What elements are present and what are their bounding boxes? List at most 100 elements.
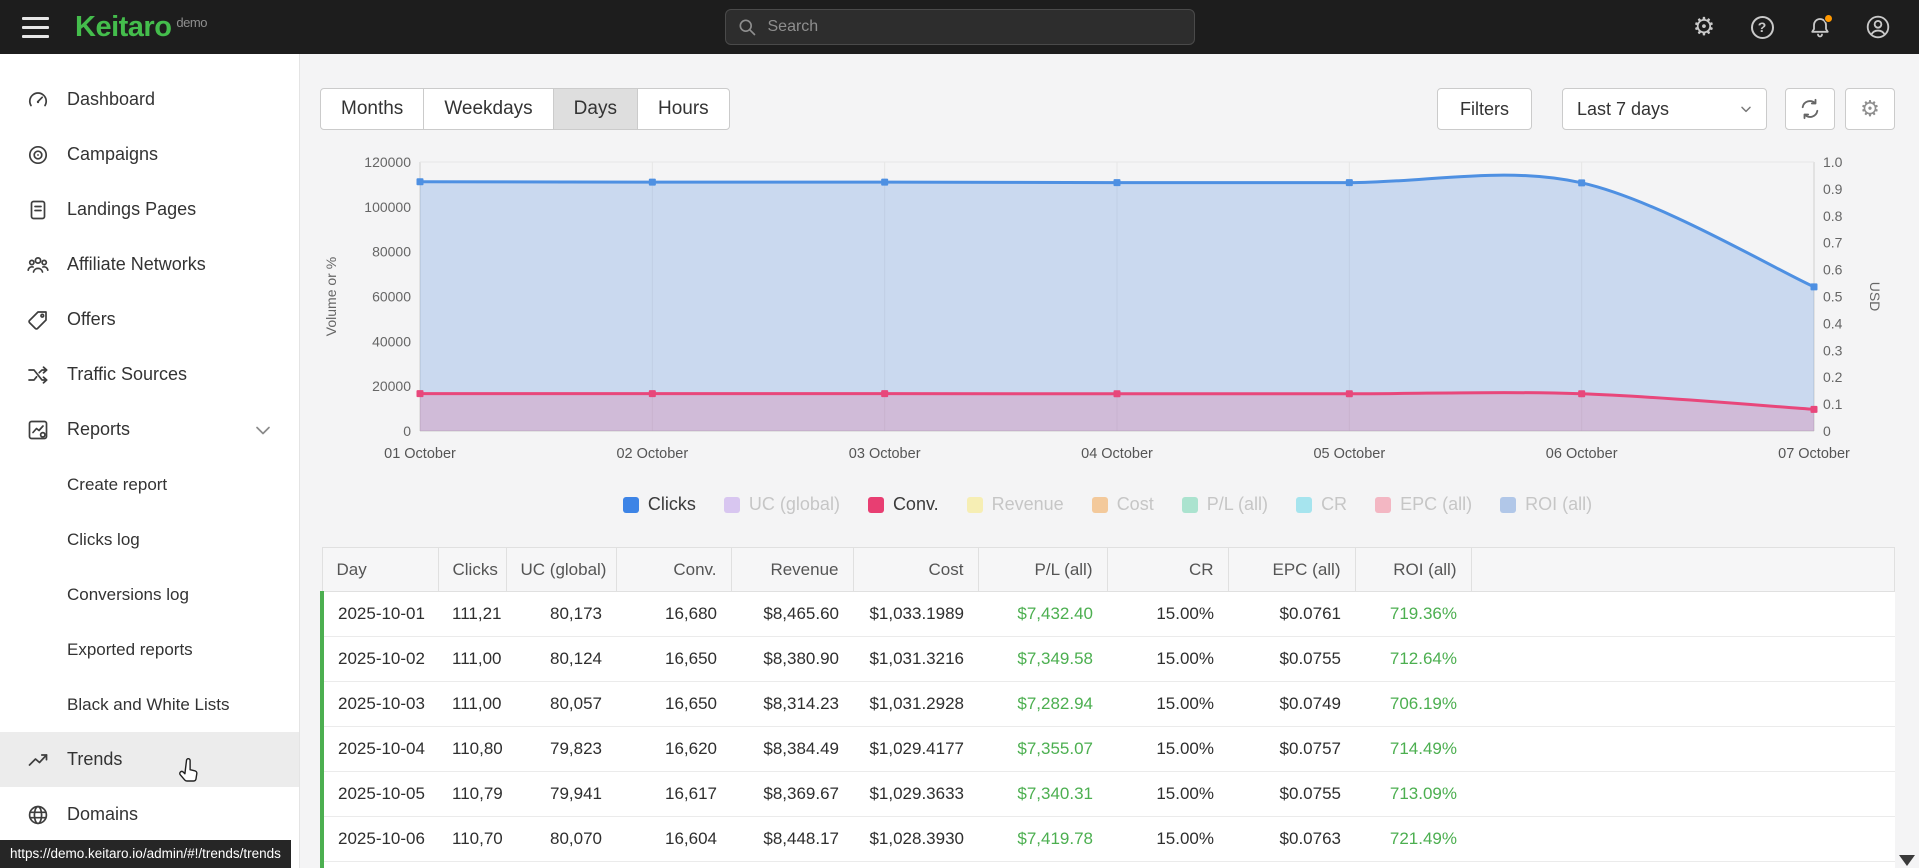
logo-text: Keitaro — [75, 10, 172, 43]
col-pl-all[interactable]: P/L (all) — [977, 547, 1108, 592]
legend-item[interactable]: Clicks — [622, 494, 696, 515]
tab-hours[interactable]: Hours — [636, 88, 730, 130]
sidebar-item-trends[interactable]: Trends — [0, 732, 299, 787]
sidebar-item-domains[interactable]: Domains — [0, 787, 299, 842]
legend-item[interactable]: CR — [1296, 494, 1347, 515]
sidebar-item-label: Reports — [67, 419, 131, 439]
scroll-down-indicator[interactable] — [1899, 855, 1915, 866]
sidebar-item-create-report[interactable]: Create report — [0, 457, 299, 512]
sidebar-item-label: Landings Pages — [67, 199, 197, 219]
tab-days[interactable]: Days — [552, 88, 638, 130]
cell-filler — [1471, 591, 1895, 637]
legend-item[interactable]: Revenue — [966, 494, 1064, 515]
svg-text:USD: USD — [1867, 282, 1880, 312]
cell-value: $1,029.4177 — [853, 726, 978, 772]
cell-value: 727.59% — [1355, 861, 1471, 868]
hamburger-menu-icon[interactable] — [22, 16, 49, 38]
col-clicks[interactable]: Clicks — [437, 547, 507, 592]
svg-text:Volume or %: Volume or % — [323, 257, 339, 336]
tab-weekdays[interactable]: Weekdays — [423, 88, 554, 130]
cell-value: 15.00% — [1107, 771, 1228, 817]
svg-text:40000: 40000 — [372, 333, 411, 349]
sidebar-item-dashboard[interactable]: Dashboard — [0, 72, 299, 127]
account-button[interactable] — [1865, 14, 1891, 40]
cell-value: 706.19% — [1355, 681, 1471, 727]
svg-text:0.6: 0.6 — [1823, 262, 1843, 278]
col-revenue[interactable]: Revenue — [730, 547, 854, 592]
main-content: Months Weekdays Days Hours Filters Last … — [300, 54, 1919, 868]
sidebar-item-traffic-sources[interactable]: Traffic Sources — [0, 347, 299, 402]
settings-button[interactable]: ⚙ — [1691, 14, 1717, 40]
help-button[interactable]: ? — [1749, 14, 1775, 40]
report-chart-icon — [28, 420, 48, 439]
sidebar-item-reports[interactable]: Reports — [0, 402, 299, 457]
cell-day: 2025-10-07 — [320, 861, 438, 868]
cell-value: 79,941 — [506, 771, 616, 817]
sidebar-item-black-and-white-lists[interactable]: Black and White Lists — [0, 677, 299, 732]
cell-value: $0.0755 — [1228, 636, 1355, 682]
col-filler — [1470, 547, 1895, 592]
legend-item[interactable]: ROI (all) — [1500, 494, 1592, 515]
refresh-button[interactable] — [1785, 88, 1835, 130]
legend-label: ROI (all) — [1525, 494, 1593, 514]
legend-item[interactable]: Conv. — [867, 494, 939, 515]
trends-table: Day Clicks UC (global) Conv. Revenue Cos… — [320, 547, 1895, 868]
cell-value: $8,314.23 — [731, 681, 853, 727]
tab-months[interactable]: Months — [320, 88, 425, 130]
col-day[interactable]: Day — [321, 547, 439, 592]
svg-text:0: 0 — [1823, 423, 1831, 439]
cell-value: $7,419.78 — [978, 816, 1107, 862]
sidebar-item-offers[interactable]: Offers — [0, 292, 299, 347]
cell-day: 2025-10-01 — [320, 591, 438, 637]
cell-day: 2025-10-02 — [320, 636, 438, 682]
cell-value: $1,028.3930 — [853, 816, 978, 862]
col-epc-all[interactable]: EPC (all) — [1227, 547, 1356, 592]
legend-item[interactable]: EPC (all) — [1375, 494, 1472, 515]
cell-value: 713.09% — [1355, 771, 1471, 817]
cell-value: $7,340.31 — [978, 771, 1107, 817]
sidebar-item-affiliate-networks[interactable]: Affiliate Networks — [0, 237, 299, 292]
sidebar-item-conversions-log[interactable]: Conversions log — [0, 567, 299, 622]
cell-value: 712.64% — [1355, 636, 1471, 682]
legend-swatch — [622, 496, 639, 513]
cell-value: 15.00% — [1107, 816, 1228, 862]
trends-icon — [28, 753, 48, 766]
col-cr[interactable]: CR — [1106, 547, 1229, 592]
cell-value: 110,80 — [438, 726, 506, 772]
tag-icon — [28, 310, 47, 330]
svg-text:01 October: 01 October — [384, 446, 456, 462]
sidebar-item-label: Trends — [67, 749, 123, 769]
globe-icon — [28, 805, 48, 824]
col-roi-all[interactable]: ROI (all) — [1354, 547, 1472, 592]
search-input[interactable] — [724, 9, 1195, 45]
legend-label: EPC (all) — [1400, 494, 1473, 514]
legend-item[interactable]: P/L (all) — [1181, 494, 1268, 515]
col-cost[interactable]: Cost — [852, 547, 979, 592]
app-logo[interactable]: Keitaro demo — [75, 11, 207, 44]
sidebar-item-campaigns[interactable]: Campaigns — [0, 127, 299, 182]
svg-text:60000: 60000 — [372, 289, 411, 305]
cell-value: 714.49% — [1355, 726, 1471, 772]
svg-text:05 October: 05 October — [1313, 446, 1385, 462]
notifications-button[interactable] — [1807, 14, 1833, 40]
col-uc-global[interactable]: UC (global) — [505, 547, 617, 592]
sidebar-item-landings-pages[interactable]: Landings Pages — [0, 182, 299, 237]
chart-settings-button[interactable]: ⚙ — [1845, 88, 1895, 130]
sidebar-item-clicks-log[interactable]: Clicks log — [0, 512, 299, 567]
svg-text:0.3: 0.3 — [1823, 342, 1843, 358]
cell-value: 15.00% — [1107, 591, 1228, 637]
filters-button[interactable]: Filters — [1437, 88, 1532, 130]
col-conv[interactable]: Conv. — [615, 547, 732, 592]
svg-text:0.5: 0.5 — [1823, 289, 1843, 305]
legend-item[interactable]: Cost — [1091, 494, 1154, 515]
cell-value: 80,124 — [506, 636, 616, 682]
date-range-select[interactable]: Last 7 days — [1562, 88, 1767, 130]
cell-value: 16,650 — [616, 636, 731, 682]
sidebar-item-label: Conversions log — [67, 584, 189, 604]
cell-filler — [1471, 771, 1895, 817]
cell-value: $7,349.58 — [978, 636, 1107, 682]
cell-value: 719.36% — [1355, 591, 1471, 637]
legend-item[interactable]: UC (global) — [723, 494, 840, 515]
svg-text:02 October: 02 October — [616, 446, 688, 462]
sidebar-item-exported-reports[interactable]: Exported reports — [0, 622, 299, 677]
